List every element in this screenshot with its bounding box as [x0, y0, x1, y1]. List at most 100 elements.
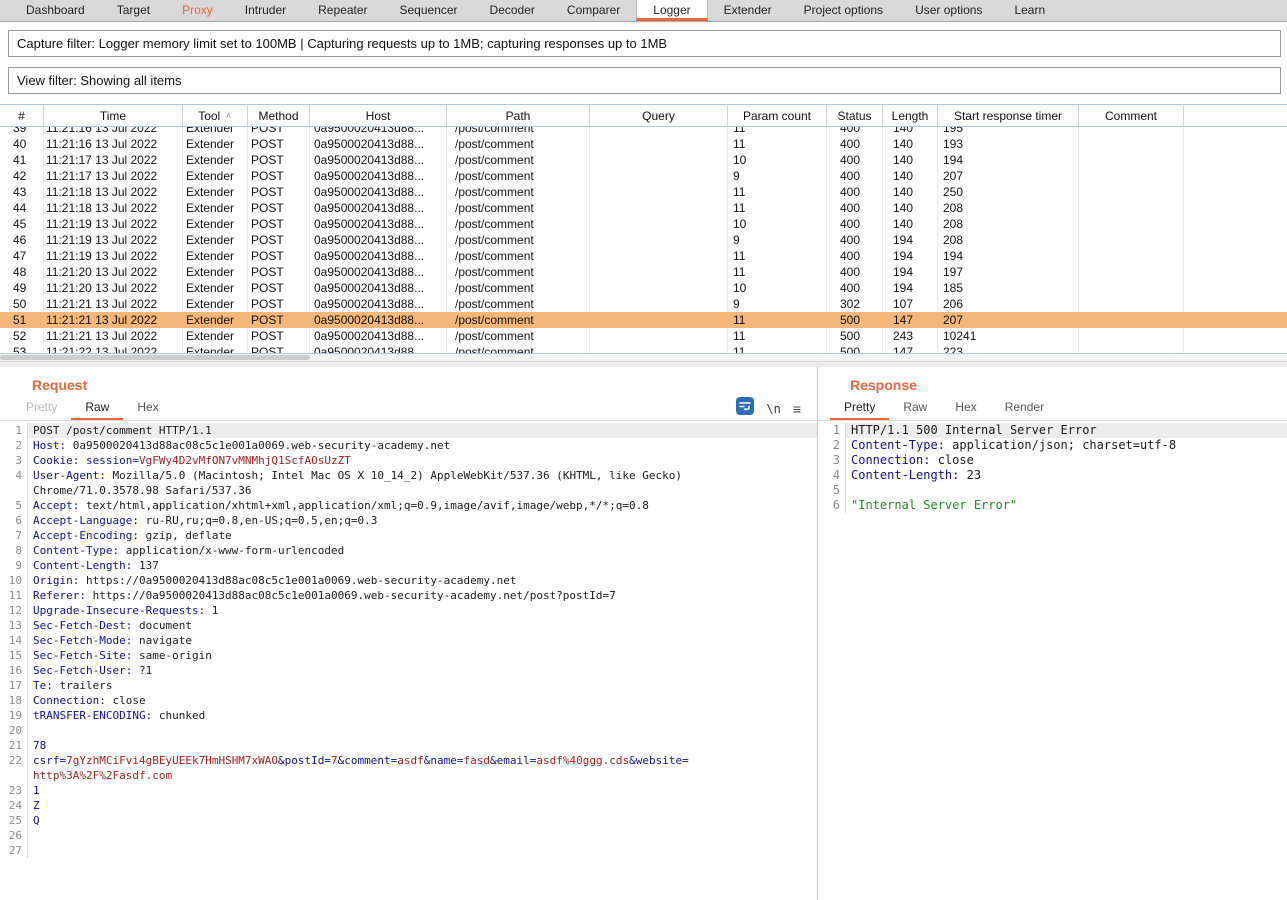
- cell-time: 11:21:19 13 Jul 2022: [44, 216, 183, 232]
- column-header-status[interactable]: Status: [827, 105, 883, 126]
- tab-learn[interactable]: Learn: [998, 0, 1061, 21]
- request-tab-raw[interactable]: Raw: [71, 395, 123, 420]
- table-row[interactable]: 4611:21:19 13 Jul 2022ExtenderPOST0a9500…: [0, 232, 1287, 248]
- cell-path: /post/comment: [447, 344, 590, 353]
- cell-host: 0a9500020413d88...: [310, 168, 447, 184]
- table-row[interactable]: 4711:21:19 13 Jul 2022ExtenderPOST0a9500…: [0, 248, 1287, 264]
- table-row[interactable]: 5211:21:21 13 Jul 2022ExtenderPOST0a9500…: [0, 328, 1287, 344]
- request-editor[interactable]: 1POST /post/comment HTTP/1.12Host: 0a950…: [0, 421, 817, 858]
- table-row[interactable]: 4211:21:17 13 Jul 2022ExtenderPOST0a9500…: [0, 168, 1287, 184]
- cell-method: POST: [248, 152, 310, 168]
- tab-sequencer[interactable]: Sequencer: [384, 0, 474, 21]
- cell-host: 0a9500020413d88...: [310, 184, 447, 200]
- code-line: 24Z: [0, 798, 817, 813]
- line-number: 22: [0, 753, 28, 768]
- cell-host: 0a9500020413d88...: [310, 344, 447, 353]
- cell-method: POST: [248, 216, 310, 232]
- cell-time: 11:21:19 13 Jul 2022: [44, 232, 183, 248]
- token: navigate: [132, 634, 192, 647]
- column-header-start-response-timer[interactable]: Start response timer: [938, 105, 1079, 126]
- token: Host:: [33, 439, 66, 452]
- column-header-length[interactable]: Length: [883, 105, 938, 126]
- word-wrap-icon[interactable]: [736, 397, 754, 420]
- token: HTTP/1.1 500 Internal Server Error: [851, 423, 1097, 437]
- response-tab-hex[interactable]: Hex: [941, 395, 990, 420]
- table-row[interactable]: 4911:21:20 13 Jul 2022ExtenderPOST0a9500…: [0, 280, 1287, 296]
- cell-comment: [1079, 152, 1184, 168]
- line-content: Z: [28, 798, 817, 813]
- column-header-method[interactable]: Method: [248, 105, 310, 126]
- line-number: 19: [0, 708, 28, 723]
- cell--: 39: [0, 127, 44, 136]
- response-tab-raw[interactable]: Raw: [889, 395, 941, 420]
- column-header-host[interactable]: Host: [310, 105, 447, 126]
- tab-logger[interactable]: Logger: [636, 0, 707, 21]
- token: Q: [33, 814, 40, 827]
- tab-repeater[interactable]: Repeater: [302, 0, 383, 21]
- table-row[interactable]: 3911:21:16 13 Jul 2022ExtenderPOST0a9500…: [0, 127, 1287, 136]
- line-content: Cookie: session=VgFWy4D2vMfON7vMNMhjQ1Sc…: [28, 453, 817, 468]
- tab-comparer[interactable]: Comparer: [551, 0, 636, 21]
- column-header-path[interactable]: Path: [447, 105, 590, 126]
- tab-intruder[interactable]: Intruder: [229, 0, 302, 21]
- tab-proxy[interactable]: Proxy: [166, 0, 229, 21]
- table-row[interactable]: 4811:21:20 13 Jul 2022ExtenderPOST0a9500…: [0, 264, 1287, 280]
- tab-project-options[interactable]: Project options: [788, 0, 899, 21]
- column-header-query[interactable]: Query: [590, 105, 728, 126]
- column-header-time[interactable]: Time: [44, 105, 183, 126]
- cell-query: [590, 344, 728, 353]
- cell--: 47: [0, 248, 44, 264]
- tab-target[interactable]: Target: [101, 0, 166, 21]
- cell-query: [590, 328, 728, 344]
- cell-time: 11:21:17 13 Jul 2022: [44, 152, 183, 168]
- cell-query: [590, 184, 728, 200]
- cell-comment: [1079, 248, 1184, 264]
- top-tab-bar: DashboardTargetProxyIntruderRepeaterSequ…: [0, 0, 1287, 22]
- column-header-comment[interactable]: Comment: [1079, 105, 1184, 126]
- cell-param-count: 11: [728, 312, 827, 328]
- table-row[interactable]: 4511:21:19 13 Jul 2022ExtenderPOST0a9500…: [0, 216, 1287, 232]
- table-row[interactable]: 4111:21:17 13 Jul 2022ExtenderPOST0a9500…: [0, 152, 1287, 168]
- line-number: 12: [0, 603, 28, 618]
- capture-filter-bar[interactable]: Capture filter: Logger memory limit set …: [8, 30, 1281, 57]
- table-row[interactable]: 4011:21:16 13 Jul 2022ExtenderPOST0a9500…: [0, 136, 1287, 152]
- request-tab-hex[interactable]: Hex: [123, 395, 172, 420]
- table-row[interactable]: 5311:21:22 13 Jul 2022ExtenderPOST0a9500…: [0, 344, 1287, 353]
- response-tab-render[interactable]: Render: [991, 395, 1058, 420]
- cell--: 41: [0, 152, 44, 168]
- response-editor[interactable]: 1HTTP/1.1 500 Internal Server Error2Cont…: [818, 421, 1287, 513]
- response-panel: Response PrettyRawHexRender 1HTTP/1.1 50…: [818, 367, 1287, 900]
- column-header-param-count[interactable]: Param count: [728, 105, 827, 126]
- cell-status: 400: [827, 152, 883, 168]
- tab-decoder[interactable]: Decoder: [474, 0, 551, 21]
- newline-icon[interactable]: \n: [766, 402, 780, 416]
- token: 78: [33, 739, 46, 752]
- cell-comment: [1079, 264, 1184, 280]
- column-label: Param count: [743, 109, 811, 123]
- cell-host: 0a9500020413d88...: [310, 216, 447, 232]
- table-row[interactable]: 4311:21:18 13 Jul 2022ExtenderPOST0a9500…: [0, 184, 1287, 200]
- column-header--[interactable]: #: [0, 105, 44, 126]
- tab-user-options[interactable]: User options: [899, 0, 998, 21]
- request-tab-pretty[interactable]: Pretty: [12, 395, 71, 420]
- token: Sec-Fetch-Mode:: [33, 634, 132, 647]
- code-line: 10Origin: https://0a9500020413d88ac08c5c…: [0, 573, 817, 588]
- table-horizontal-scrollbar[interactable]: [0, 354, 1287, 361]
- cell-length: 194: [883, 264, 938, 280]
- token: Connection:: [33, 694, 106, 707]
- cell-comment: [1079, 312, 1184, 328]
- response-tab-pretty[interactable]: Pretty: [830, 395, 889, 420]
- tab-extender[interactable]: Extender: [708, 0, 788, 21]
- view-filter-bar[interactable]: View filter: Showing all items: [8, 67, 1281, 94]
- scrollbar-handle[interactable]: [0, 355, 310, 360]
- cell-tool: Extender: [183, 296, 248, 312]
- cell-query: [590, 127, 728, 136]
- table-row[interactable]: 4411:21:18 13 Jul 2022ExtenderPOST0a9500…: [0, 200, 1287, 216]
- column-header-tool[interactable]: Tool∧: [183, 105, 248, 126]
- table-row[interactable]: 5011:21:21 13 Jul 2022ExtenderPOST0a9500…: [0, 296, 1287, 312]
- code-line: 6Accept-Language: ru-RU,ru;q=0.8,en-US;q…: [0, 513, 817, 528]
- tab-dashboard[interactable]: Dashboard: [10, 0, 101, 21]
- table-row[interactable]: 5111:21:21 13 Jul 2022ExtenderPOST0a9500…: [0, 312, 1287, 328]
- editor-menu-icon[interactable]: ≡: [793, 401, 801, 417]
- capture-filter-text: Capture filter: Logger memory limit set …: [17, 36, 667, 51]
